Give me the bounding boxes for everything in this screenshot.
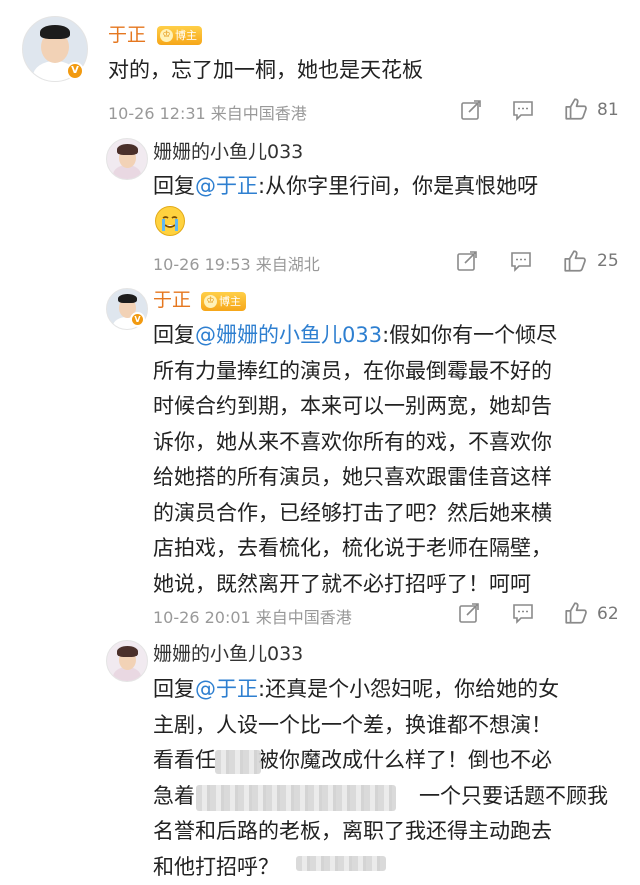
comment-icon[interactable]: [512, 99, 534, 121]
comment-text: 回复@于正:还真是个小怨妇呢，你给她的女 主剧，人设一个比一个差，换谁都不想演！…: [153, 672, 608, 885]
comment-line: 给她搭的所有演员，她只喜欢跟雷佳音这样: [153, 460, 557, 496]
avatar[interactable]: [106, 640, 148, 682]
crying-emoji-icon: [155, 206, 185, 236]
blurred-region: [296, 856, 386, 871]
comment-text: 对的，忘了加一桐，她也是天花板: [108, 53, 423, 89]
share-icon[interactable]: [458, 602, 480, 624]
like-count: 62: [597, 604, 619, 624]
comment-meta: 10-26 20:01 来自中国香港: [153, 604, 352, 628]
avatar[interactable]: [106, 138, 148, 180]
username[interactable]: 姗姗的小鱼儿033: [153, 140, 303, 164]
comment-yuzheng-1: V 于正 ♔ 博主 对的，忘了加一桐，她也是天花板 10-26 12:31 来自…: [0, 0, 640, 130]
verified-badge-icon: V: [130, 312, 145, 327]
comment-line: 回复@于正:还真是个小怨妇呢，你给她的女: [153, 672, 608, 708]
mention-link[interactable]: @姗姗的小鱼儿033: [195, 323, 382, 347]
comment-line: 时候合约到期，本来可以一别两宽，她却告: [153, 389, 557, 425]
comment-line: 的演员合作，已经够打击了吧？然后她来横: [153, 496, 557, 532]
blurred-region: [215, 750, 261, 774]
comment-text: 回复@于正:从你字里行间，你是真恨她呀: [153, 169, 538, 205]
like-icon[interactable]: [562, 248, 588, 274]
comment-text: 回复@姗姗的小鱼儿033:假如你有一个倾尽 所有力量捧红的演员，在你最倒霉最不好…: [153, 318, 557, 602]
comment-yuzheng-2: V 于正 ♔ 博主 回复@姗姗的小鱼儿033:假如你有一个倾尽 所有力量捧红的演…: [0, 280, 640, 632]
comment-meta: 10-26 12:31 来自中国香港: [108, 100, 307, 124]
share-icon[interactable]: [456, 250, 478, 272]
comment-icon[interactable]: [512, 602, 534, 624]
like-count: 25: [597, 251, 619, 271]
comment-line: 所有力量捧红的演员，在你最倒霉最不好的: [153, 354, 557, 390]
blurred-region: [196, 785, 396, 811]
comment-shanshan-2: 姗姗的小鱼儿033 回复@于正:还真是个小怨妇呢，你给她的女 主剧，人设一个比一…: [0, 632, 640, 871]
comment-line: 店拍戏，去看梳化，梳化说于老师在隔壁，: [153, 531, 557, 567]
username[interactable]: 于正: [153, 288, 191, 312]
like-icon[interactable]: [563, 96, 589, 122]
like-count: 81: [597, 100, 619, 120]
comment-line: 回复@姗姗的小鱼儿033:假如你有一个倾尽: [153, 318, 557, 354]
crown-icon: ♔: [160, 29, 173, 42]
mention-link[interactable]: @于正: [195, 677, 258, 701]
comment-meta: 10-26 19:53 来自湖北: [153, 251, 320, 275]
comment-line: 诉你，她从来不喜欢你所有的戏，不喜欢你: [153, 425, 557, 461]
username[interactable]: 姗姗的小鱼儿033: [153, 642, 303, 666]
verified-badge-icon: V: [66, 62, 84, 80]
username[interactable]: 于正: [108, 23, 146, 47]
mention-link[interactable]: @于正: [195, 174, 258, 198]
crown-icon: ♔: [204, 295, 217, 308]
comment-icon[interactable]: [510, 250, 532, 272]
comment-line: 名誉和后路的老板，离职了我还得主动跑去: [153, 814, 608, 850]
like-icon[interactable]: [563, 600, 589, 626]
blogger-badge: ♔ 博主: [201, 292, 246, 311]
comment-line: 主剧，人设一个比一个差，换谁都不想演！: [153, 708, 608, 744]
comment-line: 她说，既然离开了就不必打招呼了！呵呵: [153, 567, 557, 603]
share-icon[interactable]: [460, 99, 482, 121]
comment-shanshan-1: 姗姗的小鱼儿033 回复@于正:从你字里行间，你是真恨她呀 10-26 19:5…: [0, 130, 640, 280]
blogger-badge: ♔ 博主: [157, 26, 202, 45]
